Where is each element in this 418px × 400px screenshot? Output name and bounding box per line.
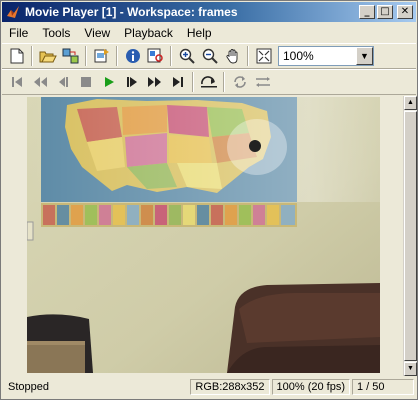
matlab-logo-icon [5,4,21,20]
scrollbar-thumb[interactable] [404,111,417,361]
frame-counter: 1 / 50 [352,379,414,395]
rewind-icon[interactable] [28,71,51,93]
fast-forward-icon[interactable] [143,71,166,93]
toolbar-separator [223,72,225,92]
image-info: RGB:288x352 [190,379,270,395]
scroll-up-icon[interactable]: ▲ [404,96,417,110]
toolbar-separator [192,72,194,92]
zoom-value: 100% [283,49,314,63]
zoom-select[interactable]: 100% ▼ [278,46,374,66]
movie-player-window: Movie Player [1] - Workspace: frames _ □… [0,0,418,400]
video-frame [27,97,380,373]
video-frame-image [27,97,380,373]
menu-bar: File Tools View Playback Help [2,23,416,43]
toolbar-separator [31,46,33,66]
fit-to-window-icon[interactable] [252,45,275,67]
forward-backward-icon[interactable] [251,71,274,93]
play-icon[interactable] [97,71,120,93]
status-bar: Stopped RGB:288x352 100% (20 fps) 1 / 50 [2,377,416,397]
dropdown-arrow-icon[interactable]: ▼ [356,47,373,65]
import-workspace-icon[interactable] [90,45,113,67]
open-icon[interactable] [36,45,59,67]
menu-view[interactable]: View [77,26,117,40]
scroll-down-icon[interactable]: ▼ [404,362,417,376]
menu-playback[interactable]: Playback [117,26,180,40]
menu-help[interactable]: Help [180,26,219,40]
step-forward-icon[interactable] [120,71,143,93]
toolbar-separator [116,46,118,66]
stop-icon[interactable] [74,71,97,93]
main-toolbar: 100% ▼ [2,43,416,69]
new-icon[interactable] [5,45,28,67]
minimize-button[interactable]: _ [359,5,375,19]
jump-to-icon[interactable] [197,71,220,93]
vertical-scrollbar[interactable]: ▲ ▼ [403,96,417,376]
playback-toolbar [2,69,416,95]
go-to-first-icon[interactable] [5,71,28,93]
pan-hand-icon[interactable] [221,45,244,67]
pixel-region-icon[interactable] [144,45,167,67]
window-title: Movie Player [1] - Workspace: frames [25,5,238,19]
toolbar-separator [247,46,249,66]
toolbar-separator [85,46,87,66]
repeat-icon[interactable] [228,71,251,93]
zoom-fps-info: 100% (20 fps) [271,379,350,395]
close-button[interactable]: ✕ [397,5,413,19]
video-display-area: ▲ ▼ [2,96,417,376]
toolbar-separator [170,46,172,66]
go-to-last-icon[interactable] [166,71,189,93]
zoom-out-icon[interactable] [198,45,221,67]
playback-status: Stopped [8,381,49,393]
menu-tools[interactable]: Tools [35,26,77,40]
maximize-button[interactable]: □ [377,5,393,19]
step-back-icon[interactable] [51,71,74,93]
zoom-in-icon[interactable] [175,45,198,67]
info-icon[interactable] [121,45,144,67]
menu-file[interactable]: File [2,26,35,40]
export-icon[interactable] [59,45,82,67]
title-bar: Movie Player [1] - Workspace: frames _ □… [2,2,416,22]
